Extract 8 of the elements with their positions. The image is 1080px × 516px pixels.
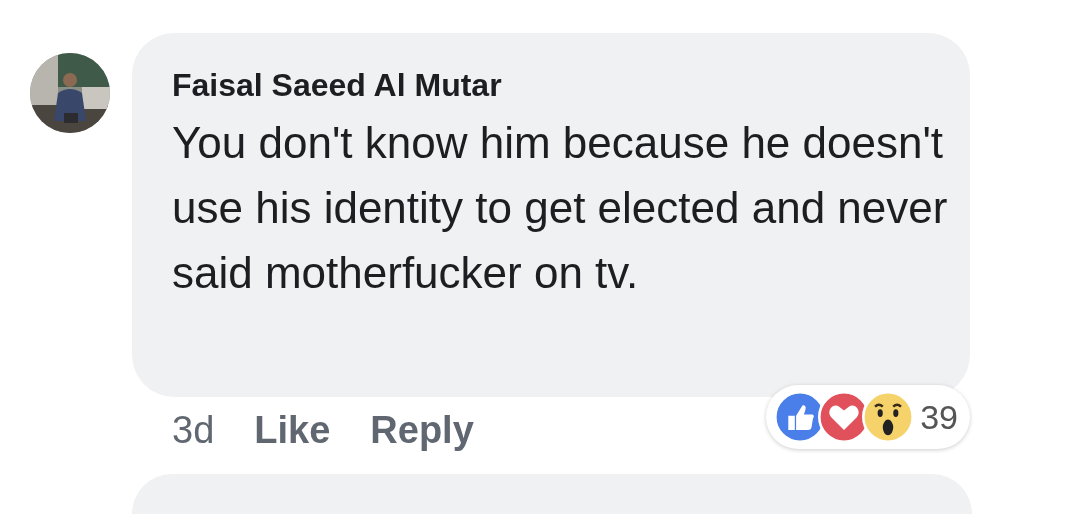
- comment-text: You don't know him because he doesn't use his identity to get elected and never said motherfucker on tv.: [172, 117, 949, 299]
- timestamp: 3d: [172, 409, 215, 452]
- surprised-face-icon: [862, 391, 915, 443]
- author-name[interactable]: Faisal Saeed Al Mutar: [172, 67, 930, 104]
- action-link[interactable]: Like: [254, 409, 331, 452]
- reactions-pill[interactable]: 39: [766, 385, 970, 449]
- reaction-count: 39: [920, 397, 958, 437]
- action-link[interactable]: Reply: [370, 409, 474, 452]
